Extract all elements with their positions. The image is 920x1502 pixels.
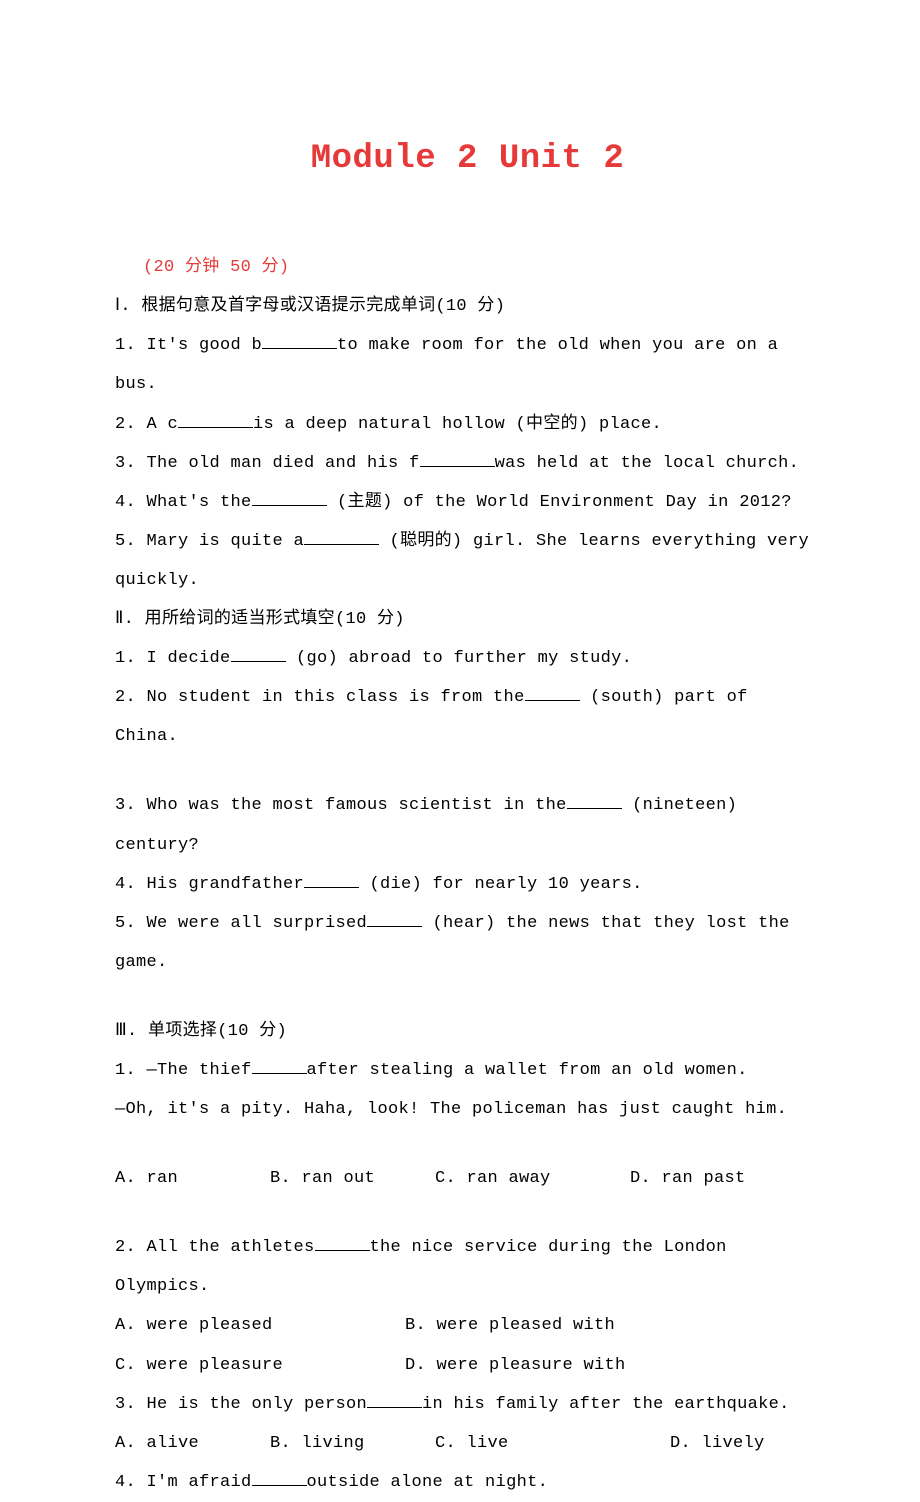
blank[interactable] (367, 1392, 422, 1407)
page-title: Module 2 Unit 2 (115, 120, 820, 198)
text: (die) for nearly 10 years. (359, 875, 653, 894)
blank[interactable] (304, 872, 359, 887)
s1-q4: 4. What's the (主题) of the World Environm… (115, 483, 820, 522)
text: 4. I'm afraid (115, 1473, 252, 1492)
s1-q3: 3. The old man died and his f was held at… (115, 444, 820, 483)
option-b[interactable]: B. were pleased with (405, 1306, 615, 1345)
s3-q3-options: A. alive B. living C. live D. lively (115, 1424, 820, 1463)
text: is a deep natural hollow (中空的) place. (253, 415, 662, 434)
blank[interactable] (420, 451, 495, 466)
section1-header: Ⅰ. 根据句意及首字母或汉语提示完成单词(10 分) (115, 287, 820, 326)
spacer (115, 1198, 820, 1228)
s1-q2: 2. A c is a deep natural hollow (中空的) pla… (115, 405, 820, 444)
blank[interactable] (567, 794, 622, 809)
text: (go) abroad to further my study. (286, 649, 633, 668)
text: 1. —The thief (115, 1061, 252, 1080)
text: was held at the local church. (495, 454, 800, 473)
text: 4. His grandfather (115, 875, 304, 894)
blank[interactable] (262, 334, 337, 349)
s3-q4: 4. I'm afraid outside alone at night. (115, 1463, 820, 1502)
blank[interactable] (252, 490, 327, 505)
blank[interactable] (231, 647, 286, 662)
spacer (115, 1129, 820, 1159)
s2-q4: 4. His grandfather (die) for nearly 10 y… (115, 865, 820, 904)
page-subtitle: (20 分钟 50 分) (143, 248, 820, 287)
s3-q2-options-row2: C. were pleasure D. were pleasure with (115, 1346, 820, 1385)
s2-q2: 2. No student in this class is from the … (115, 678, 820, 756)
s1-q1: 1. It's good bto make room for the old w… (115, 326, 820, 404)
option-a[interactable]: A. alive (115, 1424, 270, 1463)
text: outside alone at night. (307, 1473, 549, 1492)
option-c[interactable]: C. ran away (435, 1159, 630, 1198)
option-d[interactable]: D. were pleasure with (405, 1346, 626, 1385)
blank[interactable] (525, 686, 580, 701)
text: 3. Who was the most famous scientist in … (115, 796, 567, 815)
blank[interactable] (252, 1059, 307, 1074)
blank[interactable] (367, 911, 422, 926)
option-d[interactable]: D. lively (670, 1424, 765, 1463)
blank[interactable] (315, 1236, 370, 1251)
section2-header: Ⅱ. 用所给词的适当形式填空(10 分) (115, 600, 820, 639)
text: in his family after the earthquake. (422, 1395, 790, 1414)
text: 5. Mary is quite a (115, 532, 304, 551)
text: 2. A c (115, 415, 178, 434)
option-c[interactable]: C. live (435, 1424, 670, 1463)
s3-q1-line1: 1. —The thief after stealing a wallet fro… (115, 1051, 820, 1090)
text: 3. He is the only person (115, 1395, 367, 1414)
option-b[interactable]: B. living (270, 1424, 435, 1463)
spacer (115, 756, 820, 786)
text: 5. We were all surprised (115, 914, 367, 933)
s2-q1: 1. I decide (go) abroad to further my st… (115, 639, 820, 678)
option-b[interactable]: B. ran out (270, 1159, 435, 1198)
s1-q5: 5. Mary is quite a (聪明的) girl. She learn… (115, 522, 820, 600)
option-a[interactable]: A. were pleased (115, 1306, 405, 1345)
text: 3. The old man died and his f (115, 454, 420, 473)
blank[interactable] (304, 530, 379, 545)
s3-q2: 2. All the athletesthe nice service duri… (115, 1228, 820, 1306)
s2-q3: 3. Who was the most famous scientist in … (115, 786, 820, 864)
blank[interactable] (252, 1471, 307, 1486)
text: 2. All the athletes (115, 1238, 315, 1257)
text: 1. I decide (115, 649, 231, 668)
text: 2. No student in this class is from the (115, 688, 525, 707)
option-d[interactable]: D. ran past (630, 1159, 746, 1198)
s3-q3: 3. He is the only person in his family af… (115, 1385, 820, 1424)
text: after stealing a wallet from an old wome… (307, 1061, 748, 1080)
spacer (115, 982, 820, 1012)
s2-q5: 5. We were all surprised (hear) the news… (115, 904, 820, 982)
option-a[interactable]: A. ran (115, 1159, 270, 1198)
blank[interactable] (178, 412, 253, 427)
s3-q2-options-row1: A. were pleased B. were pleased with (115, 1306, 820, 1345)
text: 4. What's the (115, 493, 252, 512)
s3-q1-options: A. ran B. ran out C. ran away D. ran pas… (115, 1159, 820, 1198)
text: 1. It's good b (115, 336, 262, 355)
section3-header: Ⅲ. 单项选择(10 分) (115, 1012, 820, 1051)
option-c[interactable]: C. were pleasure (115, 1346, 405, 1385)
text: (主题) of the World Environment Day in 201… (327, 493, 792, 512)
s3-q1-line2: —Oh, it's a pity. Haha, look! The police… (115, 1090, 820, 1129)
